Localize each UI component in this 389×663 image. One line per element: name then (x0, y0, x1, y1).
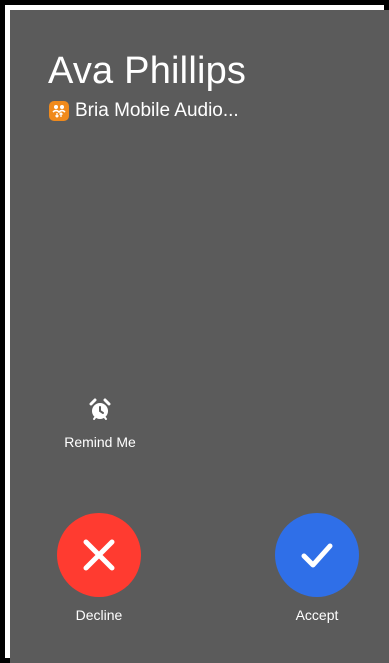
device-frame: Ava Phillips Bria Mobile Audio... Remind… (0, 0, 389, 663)
close-icon (83, 539, 115, 571)
incoming-call-screen: Ava Phillips Bria Mobile Audio... Remind… (10, 10, 389, 663)
accept-button[interactable] (275, 513, 359, 597)
checkmark-icon (301, 543, 333, 568)
bria-app-icon (49, 101, 69, 121)
decline-button[interactable] (57, 513, 141, 597)
alarm-clock-icon (89, 398, 111, 420)
remind-me-label: Remind Me (64, 434, 136, 450)
app-name: Bria Mobile Audio... (75, 100, 239, 121)
accept-label: Accept (295, 607, 339, 623)
decline-label: Decline (75, 607, 123, 623)
app-info: Bria Mobile Audio... (49, 100, 239, 122)
remind-me-button[interactable]: Remind Me (50, 398, 150, 450)
caller-name: Ava Phillips (48, 50, 247, 92)
